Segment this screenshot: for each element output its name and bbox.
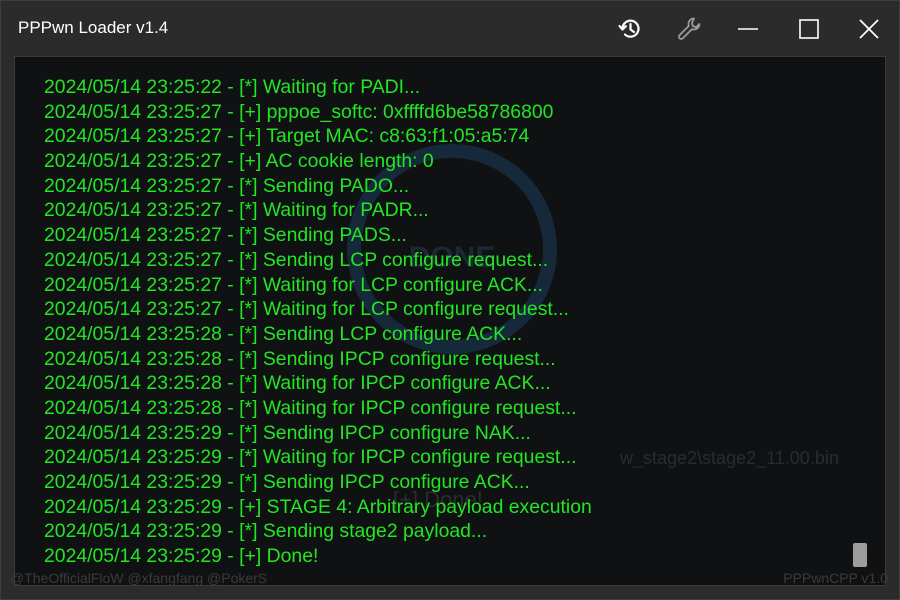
minimize-icon	[738, 28, 758, 30]
app-window: PPPwn Loader v1.4 DONE w_stage2\stage2_1…	[0, 0, 900, 600]
credits-text: @TheOfficialFloW @xfangfang @PokerS	[10, 570, 268, 586]
log-line: 2024/05/14 23:25:27 - [*] Sending PADO..…	[44, 174, 410, 197]
version-text: PPPwnCPP v1.0	[783, 570, 888, 586]
log-line: 2024/05/14 23:25:29 - [+] Done!	[44, 545, 319, 568]
log-line: 2024/05/14 23:25:29 - [*] Sending stage2…	[44, 520, 488, 543]
log-line: 2024/05/14 23:25:29 - [+] STAGE 4: Arbit…	[44, 495, 592, 518]
log-line: 2024/05/14 23:25:29 - [*] Sending IPCP c…	[44, 471, 530, 493]
log-line: 2024/05/14 23:25:27 - [*] Waiting for LC…	[44, 298, 569, 321]
log-line: 2024/05/14 23:25:27 - [*] Sending LCP co…	[44, 248, 549, 271]
log-console[interactable]: DONE w_stage2\stage2_11.00.bin [+] Done!…	[14, 56, 886, 586]
close-icon	[859, 19, 879, 39]
log-line: 2024/05/14 23:25:28 - [*] Waiting for IP…	[44, 372, 551, 395]
maximize-button[interactable]	[791, 11, 827, 47]
log-line: 2024/05/14 23:25:27 - [+] AC cookie leng…	[44, 150, 434, 173]
log-line: 2024/05/14 23:25:28 - [*] Sending IPCP c…	[44, 347, 556, 370]
wrench-icon	[678, 17, 701, 40]
settings-button[interactable]	[671, 11, 707, 47]
payload-path-text: w_stage2\stage2_11.00.bin	[619, 448, 839, 469]
log-line: 2024/05/14 23:25:28 - [*] Waiting for IP…	[44, 396, 577, 419]
log-line: 2024/05/14 23:25:27 - [*] Waiting for PA…	[44, 199, 429, 222]
window-title: PPPwn Loader v1.4	[18, 18, 169, 37]
log-line: 2024/05/14 23:25:29 - [*] Waiting for IP…	[44, 446, 577, 469]
log-line: 2024/05/14 23:25:27 - [*] Sending PADS..…	[44, 224, 407, 247]
title-bar[interactable]: PPPwn Loader v1.4	[1, 1, 899, 55]
close-button[interactable]	[851, 11, 887, 47]
log-line: 2024/05/14 23:25:27 - [+] pppoe_softc: 0…	[44, 100, 554, 123]
log-line: 2024/05/14 23:25:27 - [+] Target MAC: c8…	[44, 125, 530, 148]
history-icon	[618, 19, 640, 38]
log-line: 2024/05/14 23:25:27 - [*] Waiting for LC…	[44, 273, 544, 296]
scrollbar-thumb[interactable]	[853, 543, 867, 567]
log-line: 2024/05/14 23:25:28 - [*] Sending LCP co…	[44, 322, 523, 345]
minimize-button[interactable]	[730, 11, 766, 47]
maximize-icon	[799, 19, 819, 39]
history-button[interactable]	[612, 11, 648, 47]
log-lines: 2024/05/14 23:25:22 - [*] Waiting for PA…	[44, 75, 592, 569]
log-line: 2024/05/14 23:25:29 - [*] Sending IPCP c…	[44, 421, 531, 444]
log-line: 2024/05/14 23:25:22 - [*] Waiting for PA…	[44, 76, 421, 98]
